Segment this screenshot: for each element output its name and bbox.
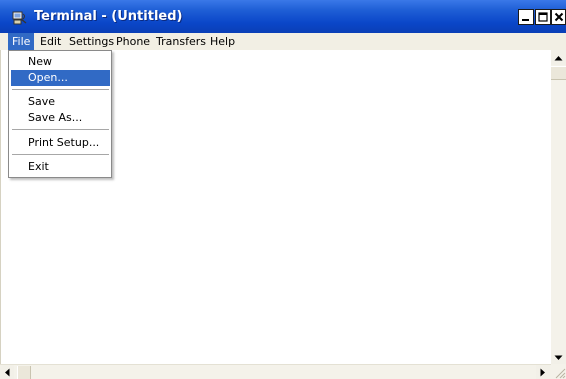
size-grip[interactable] — [551, 364, 566, 379]
menu-edit[interactable]: Edit — [36, 33, 65, 50]
minimize-button[interactable] — [518, 9, 534, 25]
menu-item-print-setup[interactable]: Print Setup... — [11, 135, 110, 151]
title-bar[interactable]: Terminal - (Untitled) — [0, 0, 566, 33]
menu-item-new[interactable]: New — [11, 54, 110, 70]
menu-settings[interactable]: Settings — [65, 33, 118, 50]
maximize-button[interactable] — [535, 9, 551, 25]
window-title: Terminal - (Untitled) — [34, 9, 183, 24]
menu-item-exit[interactable]: Exit — [11, 159, 110, 175]
arrow-down-icon — [554, 355, 563, 360]
arrow-left-icon — [5, 368, 10, 376]
scroll-right-button[interactable] — [536, 365, 550, 379]
horizontal-scroll-thumb[interactable] — [17, 366, 31, 379]
scroll-left-button[interactable] — [0, 365, 14, 379]
menu-separator — [12, 129, 109, 130]
vertical-scrollbar[interactable] — [551, 50, 566, 365]
close-button[interactable] — [551, 9, 566, 25]
menu-item-save-as[interactable]: Save As... — [11, 110, 110, 126]
scroll-up-button[interactable] — [551, 50, 566, 65]
maximize-icon — [538, 12, 548, 22]
arrow-right-icon — [540, 368, 545, 376]
menu-item-save[interactable]: Save — [11, 94, 110, 110]
menu-separator — [12, 89, 109, 90]
scroll-down-button[interactable] — [551, 350, 566, 365]
resize-grip-icon — [555, 368, 566, 379]
terminal-app-icon[interactable] — [12, 10, 28, 26]
menu-item-open[interactable]: Open... — [11, 70, 110, 86]
file-menu-dropdown: New Open... Save Save As... Print Setup.… — [8, 50, 112, 178]
minimize-icon — [522, 19, 529, 21]
menu-bar: File Edit Settings Phone Transfers Help — [0, 33, 566, 50]
menu-separator — [12, 154, 109, 155]
menu-phone[interactable]: Phone — [112, 33, 154, 50]
close-icon — [554, 12, 563, 22]
menu-file[interactable]: File — [8, 33, 35, 50]
vertical-scroll-thumb[interactable] — [551, 66, 566, 80]
arrow-up-icon — [554, 55, 563, 60]
menu-help[interactable]: Help — [206, 33, 239, 50]
menu-transfers[interactable]: Transfers — [152, 33, 210, 50]
horizontal-scrollbar[interactable] — [0, 364, 551, 379]
